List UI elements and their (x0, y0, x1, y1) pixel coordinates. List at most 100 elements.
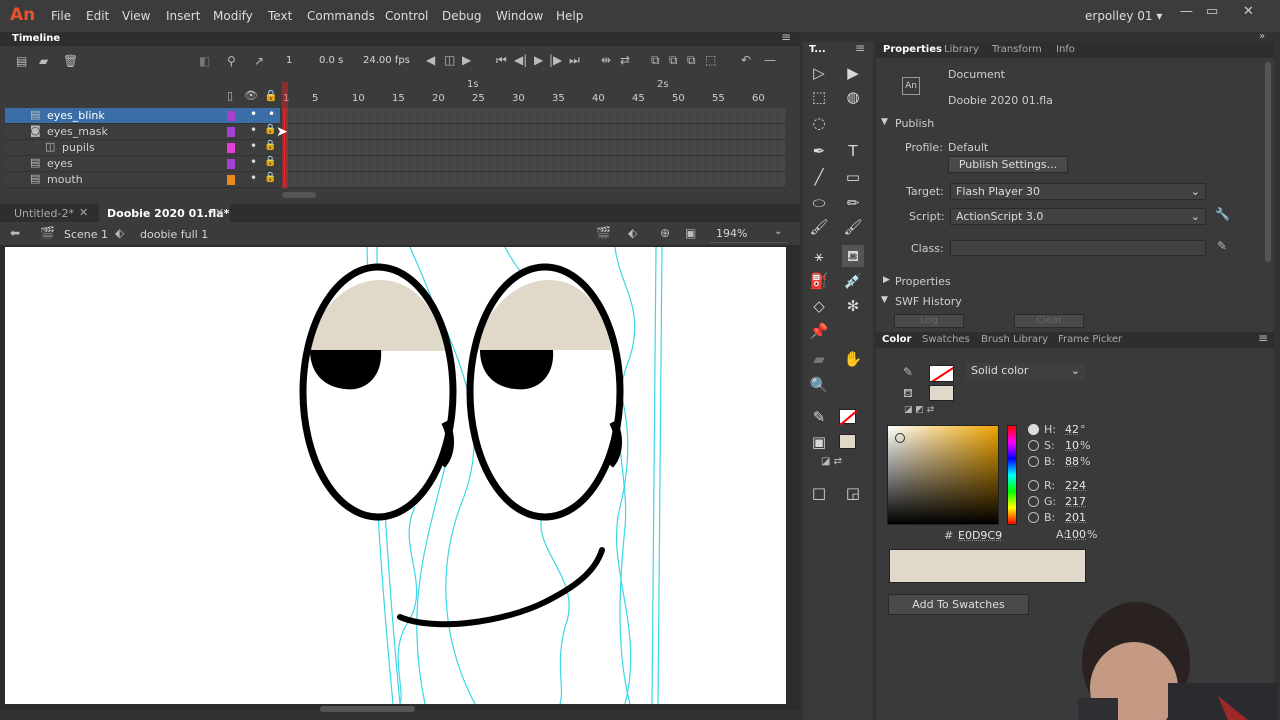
script-select[interactable]: ActionScript 3.0 ⌄ (950, 208, 1206, 225)
snap-icon[interactable]: ◲ (842, 482, 864, 504)
frame-row[interactable] (282, 140, 786, 156)
visibility-dot[interactable]: • (250, 139, 257, 153)
doc-tab-untitled[interactable]: Untitled-2* (14, 207, 74, 220)
class-input[interactable] (950, 240, 1206, 256)
brush-tool-icon[interactable]: 🖌 (842, 216, 864, 238)
delete-layer-icon[interactable]: 🗑 (63, 54, 78, 68)
pencil-tool-icon[interactable]: ✏ (842, 192, 864, 214)
undo-icon[interactable]: ↶ (741, 53, 751, 67)
stroke-swatch[interactable] (839, 409, 858, 426)
frame-row[interactable] (282, 156, 786, 172)
subselection-tool-icon[interactable]: ▶ (842, 62, 864, 84)
onion-skin-icon[interactable]: ⧉ (651, 53, 660, 68)
layer-color-swatch[interactable] (227, 159, 235, 169)
close-icon[interactable]: ✕ (1243, 4, 1254, 19)
radio-blue[interactable] (1028, 512, 1039, 523)
hue-value[interactable]: 42 (1065, 423, 1079, 436)
frame-row[interactable] (282, 172, 786, 188)
radio-red[interactable] (1028, 480, 1039, 491)
step-back-icon[interactable]: ◀| (514, 53, 527, 67)
menu-edit[interactable]: Edit (86, 9, 109, 23)
onion-markers-icon[interactable]: ⬚ (705, 53, 716, 67)
center-stage-icon[interactable]: ⊕ (660, 226, 670, 240)
object-drawing-icon[interactable]: □ (808, 482, 830, 504)
properties-scrollbar[interactable] (1265, 62, 1271, 262)
doc-tab-active[interactable]: Doobie 2020 01.fla* ✕ (99, 204, 230, 222)
eraser-tool-icon[interactable]: ◇ (808, 295, 830, 317)
bone-tool-icon[interactable]: ⚹ (808, 245, 830, 267)
onion-outline-icon[interactable]: ⧉ (669, 53, 678, 68)
keyframe-icon[interactable]: ◫ (444, 53, 455, 67)
layer-name[interactable]: pupils (62, 141, 95, 154)
publish-settings-button[interactable]: Publish Settings... (948, 156, 1068, 173)
wrench-icon[interactable]: 🔧 (1215, 207, 1230, 221)
timeline-scrollbar[interactable] (282, 192, 316, 198)
frame-row[interactable] (282, 108, 786, 124)
fill-color-icon[interactable]: ▣ (808, 431, 830, 453)
fill-swatch[interactable] (839, 434, 856, 449)
layer-color-swatch[interactable] (227, 143, 235, 153)
chevron-down-icon[interactable]: ▼ (881, 295, 888, 305)
tools-tab[interactable]: T... (809, 44, 826, 55)
collapse-panels-icon[interactable]: » (1259, 31, 1265, 42)
minimize-icon[interactable]: — (1180, 4, 1193, 19)
pin-tool-icon[interactable]: 📌 (808, 320, 830, 342)
edit-symbol-icon[interactable]: ⬖ (628, 226, 637, 240)
default-colors-icon[interactable]: ◪ ⇄ (821, 456, 842, 467)
elapsed-time[interactable]: 0.0 s (319, 55, 343, 66)
tab-color[interactable]: Color (882, 334, 911, 345)
lasso-tool-icon[interactable]: ◌ (808, 112, 830, 134)
menu-insert[interactable]: Insert (166, 9, 200, 23)
new-layer-icon[interactable]: ▤ (16, 54, 27, 68)
text-tool-icon[interactable]: T (842, 140, 864, 162)
camera-icon[interactable]: ◧ (199, 54, 210, 68)
go-last-icon[interactable]: ⏭ (569, 53, 580, 68)
menu-control[interactable]: Control (385, 9, 428, 23)
camera-tool-icon[interactable]: ▰ (808, 348, 830, 370)
play-icon[interactable]: ▶ (534, 53, 543, 67)
close-tab-icon[interactable]: ✕ (79, 206, 88, 219)
current-frame[interactable]: 1 (286, 55, 292, 66)
fill-type-select[interactable]: Solid color ⌄ (966, 363, 1085, 380)
collapse-icon[interactable]: — (764, 53, 776, 67)
line-tool-icon[interactable]: ╱ (808, 166, 830, 188)
lock-icon[interactable]: 🔒 (264, 172, 276, 183)
stroke-color-icon[interactable]: ✎ (903, 365, 913, 379)
menu-commands[interactable]: Commands (307, 9, 375, 23)
stage-canvas[interactable] (5, 247, 786, 704)
layer-color-swatch[interactable] (227, 127, 235, 137)
step-forward-icon[interactable]: |▶ (549, 53, 562, 67)
swap-colors-icon[interactable]: ◪ ◩ ⇄ (904, 405, 934, 415)
outline-column-icon[interactable]: ▯ (227, 89, 233, 102)
layer-row-eyes-mask[interactable]: ◙ eyes_mask • 🔒 (5, 123, 280, 140)
pencil-icon[interactable]: ✎ (1217, 239, 1227, 253)
color-picker-handle[interactable] (895, 433, 905, 443)
user-account-menu[interactable]: erpolley 01 ▾ (1085, 9, 1162, 23)
alpha-value[interactable]: 100 (1065, 528, 1086, 541)
prev-keyframe-icon[interactable]: ◀ (426, 53, 435, 67)
layer-name[interactable]: eyes_blink (47, 109, 105, 122)
hex-value[interactable]: E0D9C9 (958, 529, 1002, 542)
layer-color-swatch[interactable] (227, 111, 235, 121)
tab-frame-picker[interactable]: Frame Picker (1058, 334, 1122, 345)
visibility-dot[interactable]: • (250, 155, 257, 169)
lock-icon[interactable]: 🔒 (264, 140, 276, 151)
lock-icon[interactable]: 🔒 (264, 124, 276, 135)
properties-section[interactable]: Properties (895, 275, 951, 288)
free-transform-tool-icon[interactable]: ⬚ (808, 86, 830, 108)
eyedropper-tool-icon[interactable]: 💉 (842, 270, 864, 292)
maximize-icon[interactable]: ▭ (1206, 4, 1218, 19)
puppet-tool-icon[interactable]: ✻ (842, 295, 864, 317)
frame-row[interactable] (282, 124, 786, 140)
tab-properties[interactable]: Properties (883, 44, 942, 55)
stage-hscroll[interactable] (320, 706, 415, 712)
log-button[interactable]: Log (894, 314, 964, 328)
visibility-dot[interactable]: • (250, 171, 257, 185)
scene-label[interactable]: Scene 1 (64, 228, 108, 241)
pen-tool-icon[interactable]: ✒ (808, 140, 830, 162)
lock-dot[interactable]: • (268, 107, 275, 121)
close-tab-icon[interactable]: ✕ (215, 206, 224, 219)
go-first-icon[interactable]: ⏮ (496, 53, 507, 68)
menu-help[interactable]: Help (556, 9, 583, 23)
paint-bucket-tool-icon[interactable]: ⛾ (842, 245, 864, 267)
